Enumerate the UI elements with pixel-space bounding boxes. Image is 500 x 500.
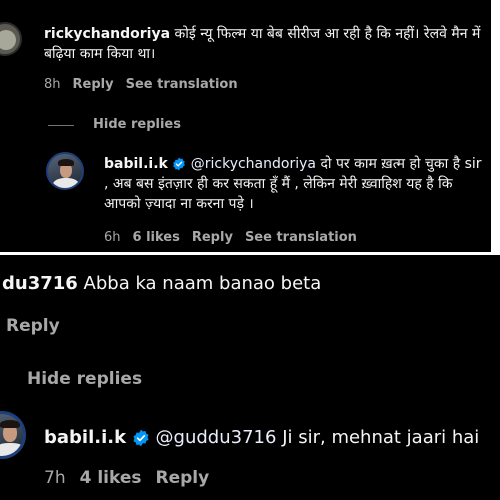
- reply-username[interactable]: babil.i.k: [104, 156, 168, 172]
- comment-body: rickychandoriya कोई न्यू फिल्म या बेब सी…: [44, 24, 484, 64]
- reply-text: Ji sir, mehnat jaari hai: [282, 427, 480, 448]
- rickychandoriya-avatar[interactable]: [0, 22, 22, 56]
- reply-time: 7h: [44, 468, 66, 488]
- comment-text: Abba ka naam banao beta: [83, 273, 322, 294]
- babil-avatar[interactable]: [0, 411, 26, 459]
- reply-button[interactable]: Reply: [156, 468, 210, 488]
- hide-replies-button[interactable]: Hide replies: [93, 117, 181, 132]
- avatar-image: [0, 30, 16, 50]
- see-translation-button[interactable]: See translation: [126, 77, 238, 92]
- reply-username[interactable]: babil.i.k: [44, 427, 126, 448]
- comment-username[interactable]: rickychandoriya: [44, 26, 170, 42]
- hide-replies-button[interactable]: Hide replies: [27, 369, 142, 389]
- avatar-image: [53, 178, 79, 188]
- verified-badge-icon: [133, 429, 149, 447]
- reply-mention[interactable]: @rickychandoriya: [191, 156, 316, 172]
- bottom-thread-panel: du3716 Abba ka naam banao beta Reply Hid…: [0, 255, 500, 500]
- avatar-image: [0, 443, 23, 456]
- reply-meta: 6h 6 likes Reply See translation: [104, 230, 357, 245]
- reply-time: 6h: [104, 230, 121, 245]
- likes-count[interactable]: 4 likes: [80, 468, 142, 488]
- comment-time: 8h: [44, 77, 61, 92]
- comment-body: du3716 Abba ka naam banao beta: [2, 273, 321, 294]
- reply-button[interactable]: Reply: [192, 230, 233, 245]
- top-thread-panel: rickychandoriya कोई न्यू फिल्म या बेब सी…: [0, 0, 491, 252]
- hide-replies-line: [48, 125, 74, 126]
- babil-avatar[interactable]: [46, 152, 84, 190]
- reply-button[interactable]: Reply: [6, 316, 60, 336]
- reply-meta: 7h 4 likes Reply: [44, 468, 209, 488]
- reply-button[interactable]: Reply: [73, 77, 114, 92]
- see-translation-button[interactable]: See translation: [245, 230, 357, 245]
- reply-body: babil.i.k @guddu3716 Ji sir, mehnat jaar…: [44, 427, 479, 448]
- comment-meta: 8h Reply See translation: [44, 77, 238, 92]
- verified-badge-icon: [173, 157, 186, 171]
- reply-mention[interactable]: @guddu3716: [156, 427, 277, 448]
- comment-username[interactable]: du3716: [2, 273, 78, 294]
- likes-count[interactable]: 6 likes: [133, 230, 180, 245]
- reply-body: babil.i.k @rickychandoriya दो पर काम ख़त…: [104, 154, 486, 214]
